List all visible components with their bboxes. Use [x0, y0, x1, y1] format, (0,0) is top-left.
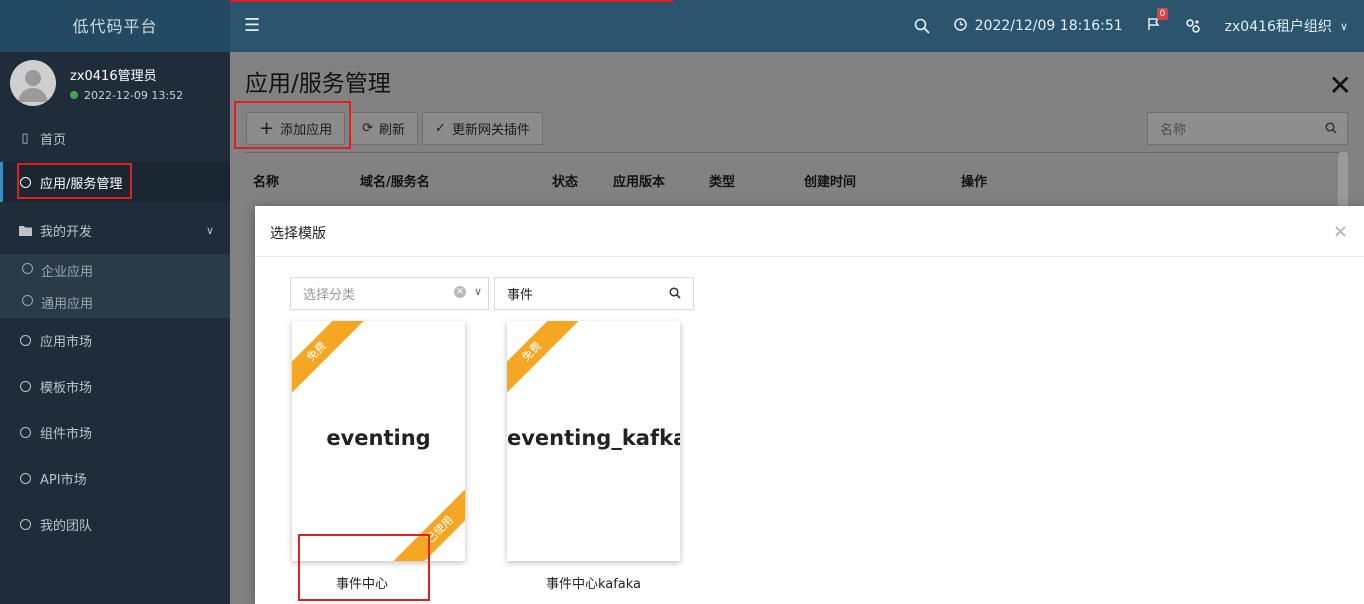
refresh-icon: ⟳ — [362, 121, 374, 136]
user-status-time: 2022-12-09 13:52 — [84, 89, 184, 102]
modal-close-button[interactable]: × — [1333, 221, 1348, 242]
template-card-eventing-kafka[interactable]: 免费 eventing_kafka — [507, 321, 680, 561]
template-card-eventing[interactable]: 免费 eventing 已使用 — [292, 321, 465, 561]
column-header-status: 状态 — [552, 175, 579, 190]
column-header-created: 创建时间 — [804, 175, 857, 190]
check-icon: ✓ — [435, 121, 446, 136]
highlight-box-sidebar — [17, 163, 132, 199]
sidebar-item-label: 我的团队 — [40, 518, 93, 534]
search-icon[interactable] — [1325, 122, 1337, 138]
modal-header: 选择模版 × — [255, 206, 1364, 257]
column-header-name: 名称 — [253, 175, 280, 190]
avatar — [10, 60, 56, 106]
template-title: eventing — [326, 426, 431, 450]
user-name: zx0416管理员 — [70, 69, 157, 84]
sidebar-subitem-label: 企业应用 — [41, 264, 94, 280]
sidebar-item-component-market[interactable]: 组件市场 — [0, 412, 230, 452]
table-header: 名称 域名/服务名 状态 应用版本 类型 创建时间 操作 — [245, 152, 1340, 205]
sidebar-item-label: 组件市场 — [40, 426, 93, 442]
sidebar-item-label: API市场 — [40, 472, 87, 488]
search-icon[interactable] — [914, 18, 930, 34]
close-icon[interactable]: ✕ — [1329, 72, 1352, 100]
template-search-value: 事件 — [507, 288, 534, 303]
user-panel: zx0416管理员 2022-12-09 13:52 — [0, 52, 230, 116]
free-ribbon: 免费 — [292, 321, 371, 406]
column-header-domain: 域名/服务名 — [360, 175, 430, 190]
sidebar-item-template-market[interactable]: 模板市场 — [0, 366, 230, 406]
sidebar-item-my-team[interactable]: 我的团队 — [0, 504, 230, 544]
column-header-actions: 操作 — [961, 175, 988, 190]
sidebar-item-label: 首页 — [40, 132, 67, 148]
category-select[interactable]: 选择分类 ✕ ∨ — [290, 277, 489, 310]
template-label: 事件中心kafaka — [545, 577, 642, 592]
sidebar-subitem-label: 通用应用 — [41, 296, 94, 312]
datetime-display: 2022/12/09 18:16:51 — [953, 17, 1123, 35]
sidebar-item-my-development[interactable]: 我的开发 ∨ — [0, 210, 230, 250]
header-tools: 2022/12/09 18:16:51 0 zx0416租户组织 ∨ — [914, 0, 1364, 52]
org-label: zx0416租户组织 — [1224, 19, 1332, 35]
update-gateway-label: 更新网关插件 — [451, 123, 530, 138]
circle-icon — [18, 334, 32, 346]
chevron-down-icon: ∨ — [205, 223, 214, 237]
scrollbar[interactable] — [1338, 152, 1348, 212]
chevron-down-icon: ∨ — [1339, 19, 1348, 33]
template-title: eventing_kafka — [507, 426, 680, 450]
app-title[interactable]: 低代码平台 — [0, 0, 230, 52]
top-navbar: 低代码平台 ☰ 2022/12/09 18:16:51 0 zx0416租户组织… — [0, 0, 1364, 52]
circle-icon — [18, 518, 32, 530]
circle-icon — [18, 380, 32, 392]
datetime-text: 2022/12/09 18:16:51 — [974, 18, 1123, 34]
chevron-down-icon: ∨ — [473, 285, 482, 298]
circle-icon — [18, 426, 32, 438]
hamburger-icon[interactable]: ☰ — [244, 15, 260, 36]
column-header-version: 应用版本 — [613, 175, 666, 190]
highlight-box-add-app — [234, 101, 351, 149]
sidebar-item-label: 应用市场 — [40, 334, 93, 350]
refresh-button[interactable]: ⟳ 刷新 — [349, 112, 419, 145]
home-icon: ▯ — [21, 130, 29, 146]
name-search-input[interactable]: 名称 — [1147, 112, 1348, 145]
highlight-box-template — [298, 534, 430, 601]
circle-icon — [22, 294, 33, 310]
search-icon[interactable] — [669, 287, 681, 303]
online-status-icon — [70, 91, 78, 99]
sidebar-item-api-market[interactable]: API市场 — [0, 458, 230, 498]
sidebar-subitem-enterprise-apps[interactable]: 企业应用 — [0, 254, 230, 286]
settings-icon[interactable] — [1185, 18, 1201, 34]
modal-title: 选择模版 — [270, 226, 326, 242]
sidebar-item-home[interactable]: ▯ 首页 — [0, 118, 230, 158]
category-placeholder: 选择分类 — [303, 288, 356, 303]
template-search-input[interactable]: 事件 — [494, 277, 694, 310]
refresh-label: 刷新 — [379, 123, 406, 138]
search-placeholder: 名称 — [1160, 123, 1187, 138]
notifications-button[interactable]: 0 — [1147, 8, 1169, 35]
update-gateway-plugin-button[interactable]: ✓ 更新网关插件 — [422, 112, 543, 145]
sidebar-item-app-market[interactable]: 应用市场 — [0, 320, 230, 360]
sidebar-item-label: 我的开发 — [40, 224, 93, 240]
circle-icon — [22, 262, 33, 278]
column-header-type: 类型 — [709, 175, 736, 190]
clear-icon[interactable]: ✕ — [454, 286, 466, 298]
user-status: 2022-12-09 13:52 — [70, 89, 183, 102]
sidebar: zx0416管理员 2022-12-09 13:52 ▯ 首页 应用/服务管理 我… — [0, 52, 230, 604]
free-ribbon: 免费 — [507, 321, 586, 406]
sidebar-item-label: 模板市场 — [40, 380, 93, 396]
page-title: 应用/服务管理 — [245, 71, 391, 97]
sidebar-subitem-general-apps[interactable]: 通用应用 — [0, 286, 230, 318]
folder-icon — [18, 225, 32, 236]
org-dropdown[interactable]: zx0416租户组织 ∨ — [1225, 16, 1348, 36]
clock-icon — [953, 17, 967, 35]
sidebar-submenu: 企业应用 通用应用 — [0, 254, 230, 318]
circle-icon — [18, 472, 32, 484]
notification-badge: 0 — [1156, 8, 1169, 20]
